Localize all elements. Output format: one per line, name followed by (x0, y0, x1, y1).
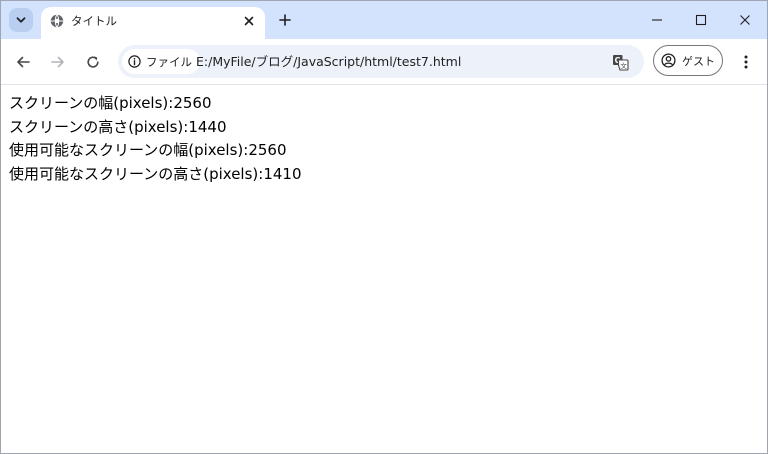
back-button[interactable] (11, 50, 35, 74)
maximize-icon (695, 14, 707, 26)
browser-menu-button[interactable] (735, 50, 757, 74)
maximize-button[interactable] (686, 7, 716, 33)
tab-strip: タイトル (1, 1, 767, 39)
avail-width-line: 使用可能なスクリーンの幅(pixels):2560 (9, 141, 287, 159)
close-icon (740, 15, 750, 25)
chevron-down-icon (16, 17, 26, 23)
translate-icon: G 文 (612, 54, 629, 71)
page-content: スクリーンの幅(pixels):2560 スクリーンの高さ(pixels):14… (9, 92, 302, 186)
avail-height-line: 使用可能なスクリーンの高さ(pixels):1410 (9, 164, 302, 183)
arrow-left-icon (17, 56, 30, 68)
translate-button[interactable]: G 文 (610, 52, 630, 72)
tab-active[interactable]: タイトル (41, 7, 265, 39)
new-tab-button[interactable] (274, 9, 296, 31)
info-icon (128, 55, 141, 68)
minimize-icon (652, 19, 662, 21)
account-icon (661, 53, 676, 68)
reload-button[interactable] (81, 50, 105, 74)
globe-icon (50, 14, 64, 28)
arrow-right-icon (51, 56, 64, 68)
site-info-chip[interactable]: ファイル (122, 49, 200, 74)
forward-button[interactable] (46, 50, 70, 74)
profile-label: ゲスト (682, 54, 715, 68)
site-chip-label: ファイル (146, 54, 192, 69)
tab-close-button[interactable] (241, 13, 257, 29)
close-window-button[interactable] (730, 7, 760, 33)
toolbar: ファイル E:/MyFile/ブログ/JavaScript/html/test7… (1, 39, 767, 85)
reload-icon (87, 56, 99, 68)
close-icon (244, 16, 254, 26)
svg-text:文: 文 (620, 61, 627, 70)
kebab-menu-icon (744, 55, 748, 69)
screen-width-line: スクリーンの幅(pixels):2560 (9, 94, 212, 112)
tab-title: タイトル (71, 14, 117, 28)
tab-search-button[interactable] (9, 8, 33, 32)
browser-window: タイトル ファイル E:/MyFile/ブログ/JavaScript/html/… (0, 0, 768, 454)
plus-icon (279, 14, 291, 26)
screen-height-line: スクリーンの高さ(pixels):1440 (9, 117, 227, 136)
profile-button[interactable]: ゲスト (653, 45, 723, 76)
address-bar[interactable]: ファイル E:/MyFile/ブログ/JavaScript/html/test7… (118, 45, 644, 78)
minimize-button[interactable] (642, 7, 672, 33)
url-text[interactable]: E:/MyFile/ブログ/JavaScript/html/test7.html (196, 53, 461, 70)
